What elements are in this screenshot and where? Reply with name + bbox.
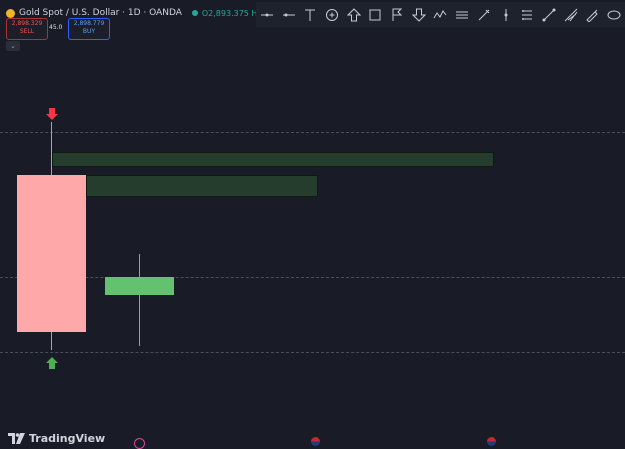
bull-candle[interactable] xyxy=(105,277,174,295)
lower-dashed-line xyxy=(0,352,625,353)
spread-value: 45.0 xyxy=(49,24,63,31)
text-icon[interactable] xyxy=(302,7,318,23)
bull-candle-wick xyxy=(139,254,140,346)
sell-label: SELL xyxy=(19,28,35,35)
gold-symbol-icon xyxy=(6,8,15,18)
range-icon[interactable] xyxy=(519,7,535,23)
buy-label: BUY xyxy=(82,28,96,35)
market-status-icon xyxy=(191,10,198,16)
tradingview-logo-icon xyxy=(8,433,25,444)
horizontal-ray-icon[interactable] xyxy=(281,7,297,23)
tradingview-logo[interactable]: TradingView xyxy=(8,432,105,445)
dividend-event-icon[interactable] xyxy=(134,438,145,449)
bear-candle[interactable] xyxy=(17,175,86,332)
wave-icon[interactable] xyxy=(432,7,448,23)
trend-line-icon[interactable] xyxy=(541,7,557,23)
collapse-chevron-icon[interactable]: ⌄ xyxy=(6,41,20,51)
target-icon[interactable] xyxy=(324,7,340,23)
sell-button[interactable]: 2,898.329 SELL xyxy=(6,18,48,40)
vertical-line-icon[interactable] xyxy=(498,7,514,23)
pen-icon[interactable] xyxy=(584,7,600,23)
symbol-title[interactable]: Gold Spot / U.S. Dollar · 1D · OANDA xyxy=(19,8,182,18)
us-flag-event-icon[interactable] xyxy=(487,437,496,446)
symbol-header[interactable]: Gold Spot / U.S. Dollar · 1D · OANDA O2,… xyxy=(6,6,280,20)
brush-icon[interactable] xyxy=(476,7,492,23)
arrow-down-icon[interactable] xyxy=(411,7,427,23)
drawing-toolbar xyxy=(256,2,625,27)
buy-signal-arrow-icon xyxy=(46,357,58,369)
parallel-channel-icon[interactable] xyxy=(454,7,470,23)
sell-price: 2,898.329 xyxy=(11,20,43,27)
ellipse-icon[interactable] xyxy=(606,7,622,23)
arrow-up-icon[interactable] xyxy=(346,7,362,23)
middle-dashed-line xyxy=(0,277,625,278)
pitchfork-icon[interactable] xyxy=(563,7,579,23)
supply-zone-short[interactable] xyxy=(86,175,318,197)
buy-button[interactable]: 2,898.779 BUY xyxy=(68,18,110,40)
tradingview-brand: TradingView xyxy=(29,432,106,445)
horizontal-line-icon[interactable] xyxy=(259,7,275,23)
flag-icon[interactable] xyxy=(389,7,405,23)
rectangle-icon[interactable] xyxy=(367,7,383,23)
sell-signal-arrow-icon xyxy=(46,108,58,120)
upper-dashed-line xyxy=(0,132,625,133)
supply-zone-long[interactable] xyxy=(52,152,494,167)
buy-price: 2,898.779 xyxy=(73,20,105,27)
us-flag-event-icon[interactable] xyxy=(311,437,320,446)
